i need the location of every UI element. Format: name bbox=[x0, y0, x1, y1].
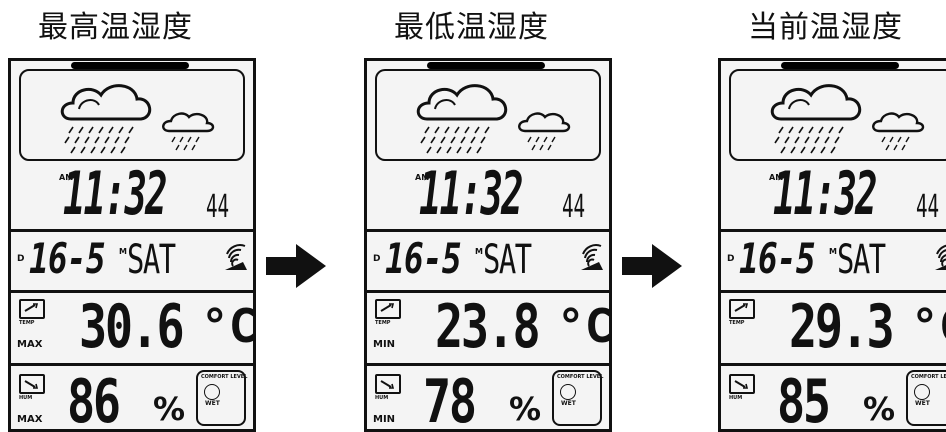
humidity-section: HUM 85 % COMFORT LEVEL WET bbox=[721, 366, 946, 432]
seconds-display: 44 bbox=[916, 187, 940, 225]
date-section: D 16-5 M SAT bbox=[11, 232, 253, 290]
comfort-level-label: COMFORT LEVEL bbox=[201, 374, 248, 380]
humidity-value: 78 bbox=[423, 367, 477, 432]
panel-title-min: 最低温湿度 bbox=[394, 10, 549, 45]
weekday-display: SAT bbox=[483, 237, 532, 283]
arrow-right-icon bbox=[266, 244, 326, 288]
comfort-level-indicator: COMFORT LEVEL WET bbox=[196, 370, 248, 426]
comfort-level-label: COMFORT LEVEL bbox=[911, 374, 946, 380]
time-section: AM 11:32 44 bbox=[11, 163, 253, 229]
seconds-display: 44 bbox=[562, 187, 586, 225]
seconds-display: 44 bbox=[206, 187, 230, 225]
temperature-section: TEMP MIN 23.8 °C bbox=[367, 293, 609, 363]
humidity-section: HUM MAX 86 % COMFORT LEVEL WET bbox=[11, 366, 253, 432]
forecast-box bbox=[19, 62, 245, 161]
forecast-box bbox=[375, 62, 601, 161]
humidity-label: HUM bbox=[19, 395, 33, 401]
temperature-section: TEMP 29.3 °C bbox=[721, 293, 946, 363]
face-icon bbox=[204, 384, 220, 400]
arrow-right-icon bbox=[622, 244, 682, 288]
rain-clouds-icon bbox=[770, 84, 925, 154]
month-label: M bbox=[475, 247, 483, 256]
forecast-section bbox=[367, 61, 609, 169]
humidity-tag: MIN bbox=[373, 414, 396, 425]
temp-label: TEMP bbox=[19, 320, 35, 326]
weather-station-display-current: AM 11:32 44 D 16-5 M SAT TEMP 29.3 °C HU… bbox=[718, 58, 946, 432]
date-section: D 16-5 M SAT bbox=[367, 232, 609, 290]
humidity-label: HUM bbox=[375, 395, 389, 401]
trend-bar bbox=[71, 62, 189, 69]
temperature-unit: °C bbox=[201, 299, 256, 353]
date-display: 16-5 bbox=[385, 234, 462, 283]
humidity-unit: % bbox=[153, 390, 186, 428]
trend-bar bbox=[427, 62, 545, 69]
comfort-state: WET bbox=[561, 400, 576, 407]
temperature-section: TEMP MAX 30.6 °C bbox=[11, 293, 253, 363]
day-label: D bbox=[373, 254, 381, 264]
weekday-display: SAT bbox=[127, 237, 176, 283]
temperature-trend-icon bbox=[729, 299, 755, 319]
day-label: D bbox=[727, 254, 735, 264]
time-display: 11:32 bbox=[419, 159, 524, 229]
temperature-trend-icon bbox=[375, 299, 401, 319]
comfort-level-indicator: COMFORT LEVEL WET bbox=[552, 370, 604, 426]
forecast-box bbox=[729, 62, 946, 161]
date-display: 16-5 bbox=[739, 234, 816, 283]
time-display: 11:32 bbox=[773, 159, 878, 229]
rain-clouds-icon bbox=[60, 84, 215, 154]
panel-title-current: 当前温湿度 bbox=[748, 10, 903, 45]
comfort-level-label: COMFORT LEVEL bbox=[557, 374, 604, 380]
date-section: D 16-5 M SAT bbox=[721, 232, 946, 290]
face-icon bbox=[560, 384, 576, 400]
time-section: AM 11:32 44 bbox=[367, 163, 609, 229]
month-label: M bbox=[119, 247, 127, 256]
temperature-value: 29.3 bbox=[789, 292, 895, 362]
comfort-state: WET bbox=[205, 400, 220, 407]
humidity-unit: % bbox=[863, 390, 896, 428]
date-display: 16-5 bbox=[29, 234, 106, 283]
radio-signal-icon bbox=[935, 244, 946, 270]
day-label: D bbox=[17, 254, 25, 264]
weekday-display: SAT bbox=[837, 237, 886, 283]
humidity-value: 86 bbox=[67, 367, 121, 432]
radio-signal-icon bbox=[225, 244, 247, 270]
rain-clouds-icon bbox=[416, 84, 571, 154]
temperature-unit: °C bbox=[911, 299, 946, 353]
temperature-unit: °C bbox=[557, 299, 612, 353]
face-icon bbox=[914, 384, 930, 400]
comfort-state: WET bbox=[915, 400, 930, 407]
comfort-level-indicator: COMFORT LEVEL WET bbox=[906, 370, 946, 426]
time-section: AM 11:32 44 bbox=[721, 163, 946, 229]
temp-label: TEMP bbox=[729, 320, 745, 326]
humidity-label: HUM bbox=[729, 395, 743, 401]
weather-station-display-max: AM 11:32 44 D 16-5 M SAT TEMP MAX 30.6 °… bbox=[8, 58, 256, 432]
weather-station-display-min: AM 11:32 44 D 16-5 M SAT TEMP MIN 23.8 °… bbox=[364, 58, 612, 432]
humidity-trend-icon bbox=[19, 374, 45, 394]
temp-tag: MIN bbox=[373, 339, 396, 350]
temperature-value: 23.8 bbox=[435, 292, 541, 362]
forecast-section bbox=[11, 61, 253, 169]
radio-signal-icon bbox=[581, 244, 603, 270]
humidity-trend-icon bbox=[729, 374, 755, 394]
month-label: M bbox=[829, 247, 837, 256]
temp-tag: MAX bbox=[17, 339, 43, 350]
trend-bar bbox=[781, 62, 899, 69]
humidity-section: HUM MIN 78 % COMFORT LEVEL WET bbox=[367, 366, 609, 432]
humidity-unit: % bbox=[509, 390, 542, 428]
temperature-trend-icon bbox=[19, 299, 45, 319]
time-display: 11:32 bbox=[63, 159, 168, 229]
forecast-section bbox=[721, 61, 946, 169]
panel-title-max: 最高温湿度 bbox=[38, 10, 193, 45]
temperature-value: 30.6 bbox=[79, 292, 185, 362]
temp-label: TEMP bbox=[375, 320, 391, 326]
humidity-trend-icon bbox=[375, 374, 401, 394]
humidity-value: 85 bbox=[777, 367, 831, 432]
humidity-tag: MAX bbox=[17, 414, 43, 425]
